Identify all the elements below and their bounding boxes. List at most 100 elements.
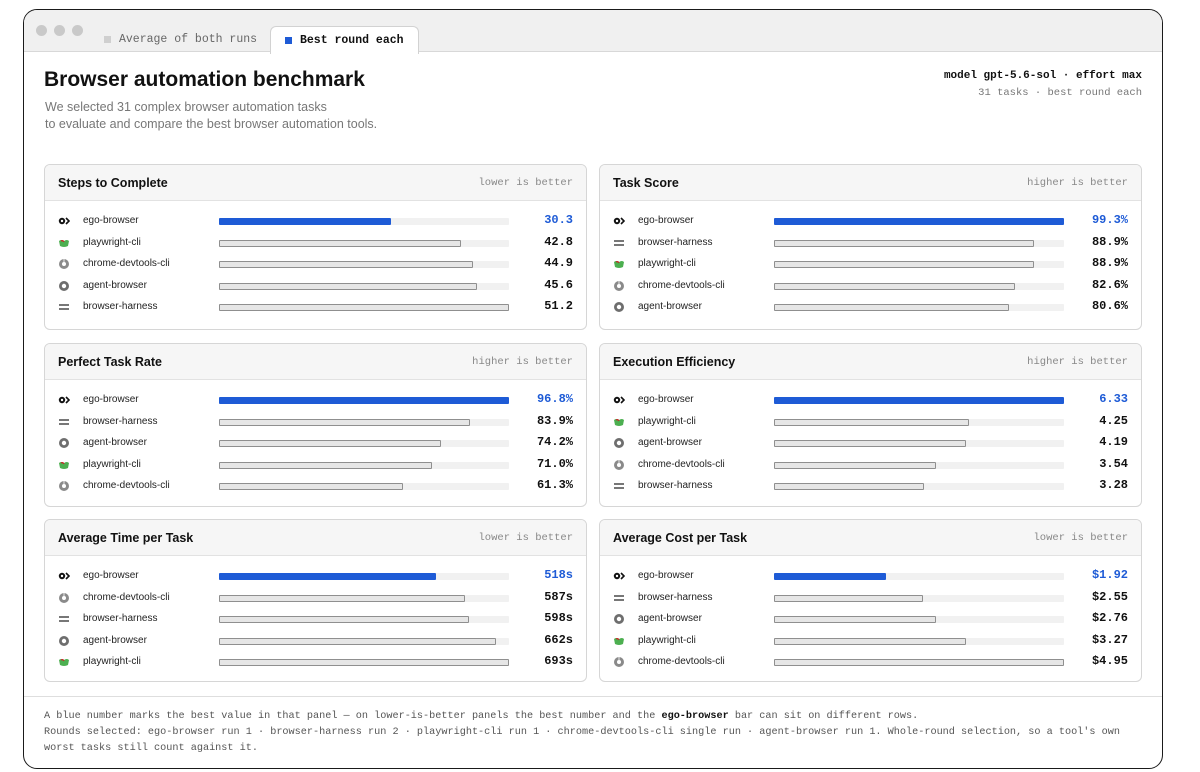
close-window-dot[interactable]: [36, 25, 47, 36]
bar-track: [219, 397, 509, 404]
bar-track: [774, 218, 1064, 225]
tab-best-round-each[interactable]: Best round each: [270, 26, 419, 54]
bar-track: [774, 418, 1064, 426]
panel-rows: ego-browser 518s chrome-devtools-cli 587s br…: [45, 556, 586, 674]
chrome-devtools-cli-icon: [59, 259, 69, 269]
panel-title: Steps to Complete: [58, 175, 168, 190]
metric-value: $2.76: [1091, 611, 1128, 625]
metric-value: 598s: [544, 611, 573, 625]
table-row: chrome-devtools-cli 587s: [58, 588, 573, 610]
table-row: playwright-cli $3.27: [613, 631, 1128, 653]
tool-name: browser-harness: [83, 301, 158, 312]
table-row: chrome-devtools-cli 3.54: [613, 455, 1128, 477]
bar-fill: [219, 616, 469, 623]
tool-name: browser-harness: [83, 613, 158, 624]
panel-title: Task Score: [613, 175, 679, 190]
metric-value: $4.95: [1091, 654, 1128, 668]
bar-track: [219, 461, 509, 469]
panel-rows: ego-browser 6.33 playwright-cli 4.25 agent-b…: [600, 380, 1141, 498]
bar-fill: [219, 304, 509, 311]
bar-track: [219, 616, 509, 623]
browser-harness-icon: [614, 594, 624, 601]
panel-direction-hint: higher is better: [472, 355, 573, 368]
table-row: ego-browser 518s: [58, 566, 573, 588]
run-meta: model gpt-5.6-sol · effort max 31 tasks …: [944, 70, 1142, 99]
playwright-cli-icon: [614, 637, 624, 645]
bar-track: [774, 282, 1064, 290]
tool-name: agent-browser: [83, 437, 147, 448]
bar-track: [774, 239, 1064, 247]
bar-track: [219, 573, 509, 580]
tool-name: agent-browser: [638, 437, 702, 448]
tool-name: ego-browser: [83, 215, 139, 226]
metric-value: $1.92: [1091, 568, 1128, 582]
bar-track: [219, 440, 509, 447]
agent-browser-icon: [614, 614, 624, 624]
minimize-window-dot[interactable]: [54, 25, 65, 36]
bar-fill: [774, 397, 1064, 404]
panel-perfect-task-rate: Perfect Task Rate higher is better ego-bro…: [44, 343, 587, 507]
panel-average-time-per-task: Average Time per Task lower is better ego-…: [44, 519, 587, 682]
bar-fill: [219, 218, 391, 225]
chrome-devtools-cli-icon: [59, 592, 69, 603]
bar-fill: [219, 397, 509, 404]
tool-name: ego-browser: [83, 394, 139, 405]
table-row: playwright-cli 693s: [58, 652, 573, 674]
tool-name: browser-harness: [638, 591, 713, 603]
tab-label: Best round each: [300, 34, 404, 47]
table-row: browser-harness 3.28: [613, 476, 1128, 498]
panel-average-cost-per-task: Average Cost per Task lower is better ego-…: [599, 519, 1142, 682]
tool-name: chrome-devtools-cli: [83, 591, 170, 603]
maximize-window-dot[interactable]: [72, 25, 83, 36]
table-row: playwright-cli 71.0%: [58, 455, 573, 477]
panel-header: Steps to Complete lower is better: [45, 165, 586, 201]
bar-fill: [774, 418, 969, 426]
bar-fill: [774, 440, 966, 447]
metric-value: $2.55: [1091, 589, 1128, 604]
window-controls: [36, 25, 83, 36]
tab-average-of-both-runs[interactable]: Average of both runs: [90, 26, 271, 53]
metric-value: 96.8%: [536, 392, 573, 406]
footnote-text: bar can sit on different rows.: [728, 711, 919, 722]
ego-browser-icon: [613, 396, 625, 404]
panel-rows: ego-browser $1.92 browser-harness $2.55 agen…: [600, 556, 1141, 674]
metric-value: 74.2%: [536, 435, 573, 449]
bar-track: [774, 261, 1064, 268]
ego-browser-icon: [58, 396, 70, 404]
panel-header: Average Time per Task lower is better: [45, 520, 586, 556]
tool-name: ego-browser: [83, 570, 139, 581]
bar-track: [219, 261, 509, 268]
playwright-cli-icon: [59, 461, 69, 469]
metric-value: 587s: [544, 589, 573, 604]
playwright-cli-icon: [614, 418, 624, 426]
panel-direction-hint: lower is better: [478, 176, 573, 189]
playwright-cli-icon: [59, 239, 69, 247]
metric-value: 518s: [544, 568, 573, 582]
tool-name: chrome-devtools-cli: [83, 480, 170, 491]
table-row: ego-browser 30.3: [58, 211, 573, 233]
table-row: ego-browser 99.3%: [613, 211, 1128, 233]
table-row: ego-browser 6.33: [613, 390, 1128, 412]
table-row: playwright-cli 88.9%: [613, 254, 1128, 276]
bar-track: [774, 440, 1064, 447]
bar-fill: [774, 573, 886, 580]
bar-track: [774, 483, 1064, 490]
metric-value: 44.9: [544, 256, 573, 270]
table-row: browser-harness 83.9%: [58, 412, 573, 434]
bar-track: [219, 483, 509, 490]
chrome-devtools-cli-icon: [614, 657, 624, 667]
metric-value: 71.0%: [536, 456, 573, 471]
table-row: browser-harness $2.55: [613, 588, 1128, 610]
bar-fill: [219, 418, 470, 426]
page-subtitle: We selected 31 complex browser automatio…: [45, 99, 377, 133]
metric-value: 662s: [544, 632, 573, 647]
table-row: agent-browser 662s: [58, 631, 573, 653]
metric-value: $3.27: [1091, 632, 1128, 647]
bar-fill: [774, 218, 1064, 225]
table-row: agent-browser 74.2%: [58, 433, 573, 455]
table-row: browser-harness 88.9%: [613, 233, 1128, 255]
tasks-mode-label: 31 tasks · best round each: [978, 87, 1142, 99]
panel-title: Perfect Task Rate: [58, 354, 162, 369]
app-window: Average of both runs Best round each Bro…: [23, 9, 1163, 769]
table-row: chrome-devtools-cli 44.9: [58, 254, 573, 276]
